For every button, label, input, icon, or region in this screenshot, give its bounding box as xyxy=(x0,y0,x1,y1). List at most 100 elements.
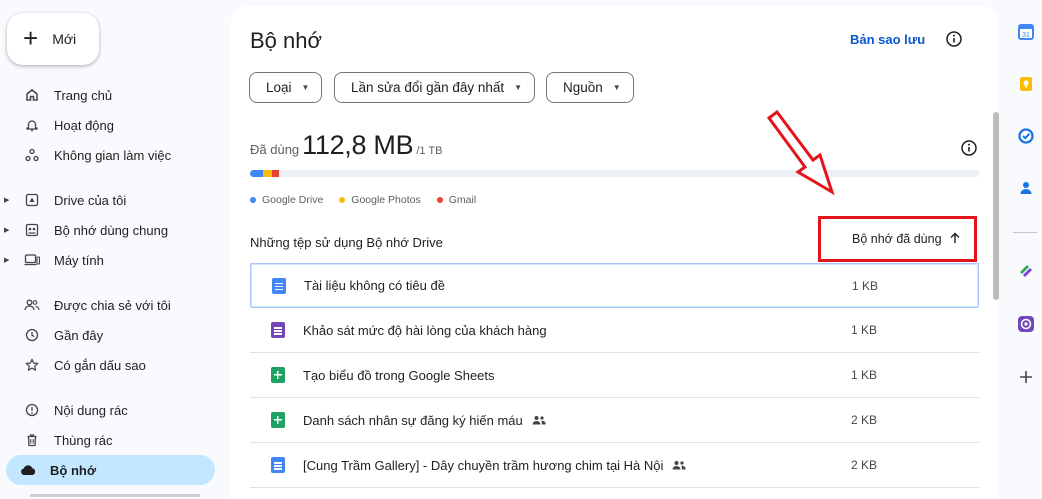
info-icon[interactable] xyxy=(960,139,978,162)
sidebar-item-label: Thùng rác xyxy=(54,432,113,448)
sidebar-item-recent[interactable]: Gần đây xyxy=(10,320,215,350)
sidebar-item-shared-drives[interactable]: ▶ Bộ nhớ dùng chung xyxy=(4,215,215,245)
expand-caret-icon[interactable]: ▶ xyxy=(4,226,9,234)
storage-legend: Google Drive Google Photos Gmail xyxy=(250,194,476,206)
legend-dot xyxy=(436,197,443,203)
shared-icon xyxy=(532,413,546,428)
svg-text:31: 31 xyxy=(1022,32,1030,39)
filter-type-label: Loại xyxy=(266,80,292,95)
main-scrollbar[interactable] xyxy=(993,112,999,300)
main-panel: Bộ nhớ Bản sao lưu Loại ▼ Lần sửa đổi gầ… xyxy=(231,6,998,499)
filter-source-chip[interactable]: Nguồn ▼ xyxy=(546,72,634,103)
shared-icon xyxy=(672,458,687,473)
new-button[interactable]: + Mới xyxy=(7,13,99,65)
file-name: Tài liệu không có tiêu đề xyxy=(304,278,445,293)
info-icon[interactable] xyxy=(945,30,963,53)
sidebar-item-activity[interactable]: Hoạt động xyxy=(10,110,215,140)
sidebar-item-label: Nội dung rác xyxy=(54,402,128,418)
sidebar-item-storage[interactable]: Bộ nhớ xyxy=(6,455,215,485)
sidebar-item-my-drive[interactable]: ▶ Drive của tôi xyxy=(4,185,215,215)
sidebar-item-shared-with-me[interactable]: Được chia sẻ với tôi xyxy=(10,290,215,320)
arrow-up-icon xyxy=(949,232,961,247)
home-icon xyxy=(22,88,42,102)
tasks-icon[interactable] xyxy=(1017,127,1035,145)
sort-column-label: Bộ nhớ đã dùng xyxy=(852,232,941,246)
files-heading: Những tệp sử dụng Bộ nhớ Drive xyxy=(250,235,443,250)
sidebar-item-label: Máy tính xyxy=(54,252,104,268)
file-size: 2 KB xyxy=(851,413,878,427)
file-row[interactable]: Tạo biểu đồ trong Google Sheets 1 KB xyxy=(250,353,979,398)
legend-label: Gmail xyxy=(448,194,477,206)
sidebar-item-starred[interactable]: Có gắn dấu sao xyxy=(10,350,215,380)
file-row[interactable]: [Cung Trầm Gallery] - Dây chuyền trầm hư… xyxy=(250,443,979,488)
legend-dot xyxy=(250,197,256,203)
sidebar-scrollbar[interactable] xyxy=(30,494,200,497)
my-drive-icon xyxy=(22,193,42,207)
file-size: 1 KB xyxy=(851,323,878,337)
divider xyxy=(1013,232,1037,233)
sidebar-item-workspaces[interactable]: Không gian làm việc xyxy=(10,140,215,170)
docs-file-icon xyxy=(272,277,286,294)
sidebar-item-computers[interactable]: ▶ Máy tính xyxy=(4,245,215,275)
file-row[interactable]: Khảo sát mức độ hài lòng của khách hàng 1… xyxy=(250,308,979,353)
used-value: 112,8 MB xyxy=(302,130,414,160)
file-name: Tạo biểu đồ trong Google Sheets xyxy=(303,367,495,383)
sheets-file-icon xyxy=(271,367,285,383)
storage-bar-gmail xyxy=(272,170,279,177)
legend-item: Google Drive xyxy=(250,194,323,206)
calendar-icon[interactable]: 31 xyxy=(1017,23,1035,41)
sidebar-item-label: Trang chủ xyxy=(54,87,113,103)
plus-icon: + xyxy=(23,22,39,53)
capacity: /1 TB xyxy=(416,145,443,157)
legend-item: Google Photos xyxy=(339,194,421,206)
storage-bar-photos xyxy=(263,170,272,177)
trash-icon xyxy=(22,433,42,447)
file-size: 1 KB xyxy=(852,278,879,293)
dropdown-arrow-icon: ▼ xyxy=(514,83,523,92)
storage-bar-drive xyxy=(250,170,263,177)
spam-icon xyxy=(22,403,42,417)
new-button-label: Mới xyxy=(52,31,77,47)
sidebar: + Mới Trang chủ Hoạt động Không gian làm… xyxy=(0,0,230,499)
sidebar-item-spam[interactable]: Nội dung rác xyxy=(10,395,215,425)
side-panel: 31 xyxy=(1003,0,1042,499)
file-name: Danh sách nhân sự đăng ký hiến máu xyxy=(303,412,523,428)
file-row[interactable]: Tài liệu không có tiêu đề 1 KB xyxy=(250,263,979,308)
file-size: 2 KB xyxy=(851,458,878,472)
used-label: Đã dùng xyxy=(250,142,300,157)
sidebar-item-label: Drive của tôi xyxy=(54,192,127,208)
star-icon xyxy=(22,358,42,372)
sheets-file-icon xyxy=(271,412,285,428)
addon-purple-icon[interactable] xyxy=(1017,315,1035,333)
expand-caret-icon[interactable]: ▶ xyxy=(4,256,9,264)
dropdown-arrow-icon: ▼ xyxy=(612,83,621,92)
file-name: Khảo sát mức độ hài lòng của khách hàng xyxy=(303,322,547,338)
file-row[interactable]: Danh sách nhân sự đăng ký hiến máu 2 KB xyxy=(250,398,979,443)
sidebar-item-trash[interactable]: Thùng rác xyxy=(10,425,215,455)
filter-modified-label: Lần sửa đổi gần đây nhất xyxy=(351,80,505,95)
filter-type-chip[interactable]: Loại ▼ xyxy=(249,72,323,103)
contacts-icon[interactable] xyxy=(1017,179,1035,197)
expand-caret-icon[interactable]: ▶ xyxy=(4,196,9,204)
sidebar-item-label: Gần đây xyxy=(54,327,104,343)
legend-label: Google Drive xyxy=(262,194,324,206)
filter-modified-chip[interactable]: Lần sửa đổi gần đây nhất ▼ xyxy=(334,72,536,103)
page-title: Bộ nhớ xyxy=(250,28,322,53)
sidebar-item-home[interactable]: Trang chủ xyxy=(10,80,215,110)
legend-label: Google Photos xyxy=(351,194,421,206)
sidebar-item-label: Không gian làm việc xyxy=(54,147,172,163)
sidebar-item-label: Hoạt động xyxy=(54,117,114,133)
sort-by-storage-button[interactable]: Bộ nhớ đã dùng xyxy=(818,216,977,262)
shared-drives-icon xyxy=(22,223,42,237)
legend-dot xyxy=(339,197,346,203)
keep-icon[interactable] xyxy=(1017,75,1035,93)
forms-file-icon xyxy=(271,322,285,338)
backup-link[interactable]: Bản sao lưu xyxy=(850,32,925,47)
people-icon xyxy=(22,298,42,312)
storage-usage: Đã dùng 112,8 MB /1 TB xyxy=(250,130,442,161)
sidebar-item-label: Có gắn dấu sao xyxy=(54,357,146,373)
workspaces-icon xyxy=(22,148,42,162)
addon-icon[interactable] xyxy=(1017,262,1035,280)
dropdown-arrow-icon: ▼ xyxy=(301,83,310,92)
add-icon[interactable] xyxy=(1017,368,1035,386)
